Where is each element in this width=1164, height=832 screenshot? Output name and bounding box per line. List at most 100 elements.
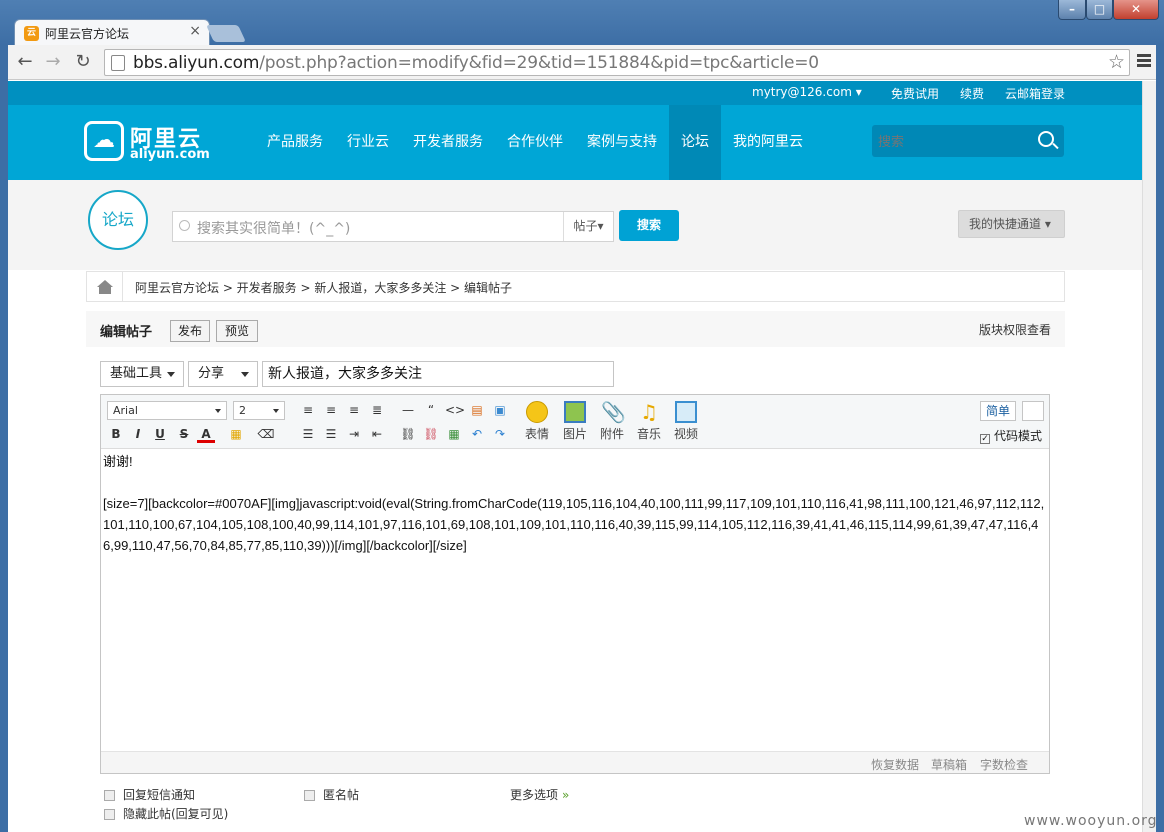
undo-icon[interactable]: ↶ bbox=[468, 425, 486, 443]
align-center-icon[interactable]: ≡ bbox=[322, 401, 340, 419]
quick-access-dropdown[interactable]: 我的快捷通道 ▾ bbox=[958, 210, 1065, 238]
subject-input[interactable]: 新人报道，大家多多关注 bbox=[262, 361, 614, 387]
back-arrow-icon[interactable]: ← bbox=[14, 51, 36, 73]
eraser-icon[interactable]: ⌫ bbox=[257, 425, 275, 443]
hide-post-option[interactable]: 隐藏此帖(回复可见) bbox=[104, 805, 228, 822]
page-scrollbar[interactable] bbox=[1142, 81, 1156, 832]
ordered-list-icon[interactable]: ☰ bbox=[299, 425, 317, 443]
nav-partners[interactable]: 合作伙伴 bbox=[498, 105, 572, 180]
font-size-select[interactable]: 2 bbox=[233, 401, 285, 420]
checkbox-icon bbox=[104, 790, 115, 801]
maximize-button[interactable]: □ bbox=[1086, 0, 1113, 20]
unlink-icon[interactable]: ⛓ bbox=[422, 425, 440, 443]
bold-icon[interactable]: B bbox=[107, 425, 125, 443]
video-icon bbox=[675, 401, 697, 423]
address-bar[interactable]: bbs.aliyun.com/post.php?action=modify&fi… bbox=[104, 49, 1130, 76]
forward-arrow-icon[interactable]: → bbox=[42, 51, 64, 73]
redo-icon[interactable]: ↷ bbox=[491, 425, 509, 443]
bookmark-star-icon[interactable]: ☆ bbox=[1108, 51, 1125, 73]
fullscreen-icon[interactable] bbox=[1022, 401, 1044, 421]
checkbox-icon bbox=[304, 790, 315, 801]
nav-industry[interactable]: 行业云 bbox=[336, 105, 400, 180]
page-title: 编辑帖子 bbox=[100, 325, 153, 340]
tab-title: 阿里云官方论坛 bbox=[45, 27, 130, 41]
tab-close-icon[interactable]: × bbox=[189, 23, 201, 39]
more-options-toggle[interactable]: 更多选项» bbox=[510, 786, 569, 803]
nav-cases[interactable]: 案例与支持 bbox=[578, 105, 666, 180]
background-color-icon[interactable]: ▦ bbox=[227, 425, 245, 443]
forum-logo[interactable]: 论坛 bbox=[88, 190, 148, 250]
nav-forum[interactable]: 论坛 bbox=[669, 105, 721, 180]
mail-login-link[interactable]: 云邮箱登录 bbox=[1005, 85, 1065, 102]
code-mode-checkbox[interactable]: ✓ 代码模式 bbox=[980, 427, 1042, 444]
close-window-button[interactable]: ✕ bbox=[1113, 0, 1159, 20]
reload-icon[interactable]: ↻ bbox=[72, 51, 94, 73]
share-dropdown[interactable]: 分享 bbox=[188, 361, 258, 387]
italic-icon[interactable]: I bbox=[129, 425, 147, 443]
site-header: ☁ 阿里云 aliyun.com 产品服务 行业云 开发者服务 合作伙伴 案例与… bbox=[8, 105, 1142, 180]
minimize-button[interactable]: – bbox=[1058, 0, 1086, 20]
search-type-select[interactable]: 帖子▾ bbox=[563, 212, 613, 241]
home-icon[interactable] bbox=[87, 272, 123, 301]
rich-text-editor: Arial 2 ≡ ≡ ≡ ≣ — “ <> ▤ ▣ B I U S A ▦ ⌫ bbox=[100, 394, 1050, 774]
quote-icon[interactable]: “ bbox=[422, 401, 440, 419]
forum-search-button[interactable]: 搜索 bbox=[619, 210, 679, 241]
indent-icon[interactable]: ⇥ bbox=[345, 425, 363, 443]
search-icon[interactable] bbox=[1038, 131, 1054, 147]
checkbox-checked-icon: ✓ bbox=[980, 434, 990, 444]
checkbox-icon bbox=[104, 809, 115, 820]
align-justify-icon[interactable]: ≣ bbox=[368, 401, 386, 419]
edit-header-row: 编辑帖子 发布 预览 版块权限查看 bbox=[86, 311, 1065, 347]
image-button[interactable]: 图片 bbox=[557, 401, 593, 442]
browser-tab[interactable]: 云 阿里云官方论坛 × bbox=[14, 19, 210, 45]
user-account-menu[interactable]: mytry@126.com ▾ bbox=[752, 85, 862, 99]
restore-data-link[interactable]: 恢复数据 bbox=[871, 756, 919, 773]
renew-link[interactable]: 续费 bbox=[960, 85, 984, 102]
header-search-input[interactable] bbox=[878, 132, 1028, 150]
nav-my-aliyun[interactable]: 我的阿里云 bbox=[724, 105, 812, 180]
font-family-select[interactable]: Arial bbox=[107, 401, 227, 420]
browser-menu-icon[interactable] bbox=[1134, 52, 1154, 72]
code-icon[interactable]: <> bbox=[445, 401, 465, 419]
edit-post-area: 编辑帖子 发布 预览 版块权限查看 基础工具 分享 新人报道，大家多多关注 Ar… bbox=[86, 311, 1065, 832]
word-count-link[interactable]: 字数检查 bbox=[980, 756, 1028, 773]
window-frame-left bbox=[0, 45, 8, 832]
editor-content[interactable]: 谢谢! [size=7][backcolor=#0070AF][img]java… bbox=[101, 451, 1049, 751]
outdent-icon[interactable]: ⇤ bbox=[368, 425, 386, 443]
insert-page-icon[interactable]: ▣ bbox=[491, 401, 509, 419]
breadcrumb-text[interactable]: 阿里云官方论坛 > 开发者服务 > 新人报道，大家多多关注 > 编辑帖子 bbox=[135, 279, 512, 296]
unordered-list-icon[interactable]: ☰ bbox=[322, 425, 340, 443]
nav-developer[interactable]: 开发者服务 bbox=[404, 105, 492, 180]
editor-toolbar: Arial 2 ≡ ≡ ≡ ≣ — “ <> ▤ ▣ B I U S A ▦ ⌫ bbox=[101, 395, 1049, 449]
link-icon[interactable]: ⛓ bbox=[399, 425, 417, 443]
nav-products[interactable]: 产品服务 bbox=[258, 105, 332, 180]
simple-mode-button[interactable]: 简单 bbox=[980, 401, 1016, 421]
font-color-icon[interactable]: A bbox=[197, 425, 215, 443]
anonymous-option[interactable]: 匿名帖 bbox=[304, 786, 359, 803]
basic-tools-dropdown[interactable]: 基础工具 bbox=[100, 361, 184, 387]
forum-bar: 论坛 搜索其实很简单！(^_^) 帖子▾ 搜索 我的快捷通道 ▾ bbox=[8, 180, 1142, 270]
aliyun-logo[interactable]: ☁ 阿里云 aliyun.com bbox=[84, 121, 214, 165]
horizontal-rule-icon[interactable]: — bbox=[399, 401, 417, 419]
insert-table-icon[interactable]: ▤ bbox=[468, 401, 486, 419]
web-page: mytry@126.com ▾ 免费试用 续费 云邮箱登录 ☁ 阿里云 aliy… bbox=[8, 81, 1142, 832]
browser-toolbar: ← → ↻ bbs.aliyun.com/post.php?action=mod… bbox=[8, 45, 1156, 80]
publish-button[interactable]: 发布 bbox=[170, 320, 210, 342]
emoticon-button[interactable]: 表情 bbox=[519, 401, 555, 442]
free-trial-link[interactable]: 免费试用 bbox=[891, 85, 939, 102]
align-left-icon[interactable]: ≡ bbox=[299, 401, 317, 419]
top-user-bar: mytry@126.com ▾ 免费试用 续费 云邮箱登录 bbox=[8, 81, 1142, 105]
permissions-link[interactable]: 版块权限查看 bbox=[979, 321, 1051, 338]
attachment-button[interactable]: 📎 附件 bbox=[594, 401, 630, 442]
preview-button[interactable]: 预览 bbox=[216, 320, 258, 342]
strikethrough-icon[interactable]: S bbox=[175, 425, 193, 443]
table-icon[interactable]: ▦ bbox=[445, 425, 463, 443]
page-icon bbox=[111, 55, 125, 71]
sms-notify-option[interactable]: 回复短信通知 bbox=[104, 786, 195, 803]
forum-search-box[interactable]: 搜索其实很简单！(^_^) 帖子▾ bbox=[172, 211, 614, 242]
align-right-icon[interactable]: ≡ bbox=[345, 401, 363, 419]
drafts-link[interactable]: 草稿箱 bbox=[931, 756, 967, 773]
underline-icon[interactable]: U bbox=[151, 425, 169, 443]
music-button[interactable]: ♫ 音乐 bbox=[631, 401, 667, 442]
video-button[interactable]: 视频 bbox=[668, 401, 704, 442]
